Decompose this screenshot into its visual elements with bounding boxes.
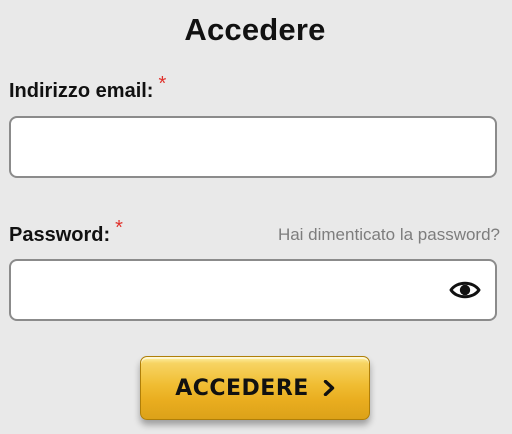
forgot-password-link[interactable]: Hai dimenticato la password? — [278, 225, 500, 245]
page-title: Accedere — [184, 12, 326, 47]
email-input[interactable] — [11, 118, 495, 176]
eye-icon[interactable] — [449, 278, 481, 302]
chevron-right-icon — [323, 380, 334, 396]
email-field[interactable] — [9, 116, 497, 178]
submit-button-label: ACCEDERE — [175, 375, 309, 401]
password-label-text: Password: — [9, 224, 111, 246]
password-label: Password: * — [9, 217, 123, 247]
password-field[interactable] — [9, 259, 497, 321]
password-required-mark: * — [115, 217, 123, 239]
email-required-mark: * — [158, 73, 167, 95]
password-input[interactable] — [11, 261, 495, 319]
email-label-text: Indirizzo email: — [9, 80, 154, 102]
submit-button[interactable]: ACCEDERE — [140, 356, 370, 420]
email-label: Indirizzo email: * — [9, 73, 166, 103]
